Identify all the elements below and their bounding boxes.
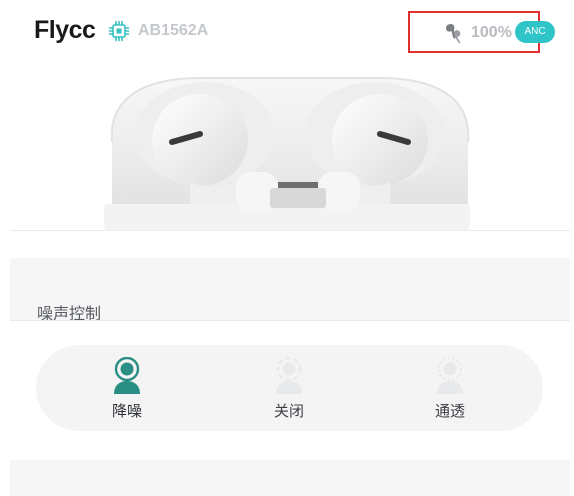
noise-mode-selector: 降噪 关闭 通透 bbox=[36, 345, 543, 431]
device-model: AB1562A bbox=[138, 22, 209, 39]
app-header: Flycc AB1562A 100% ANC bbox=[0, 0, 574, 64]
battery-status: 100% ANC bbox=[408, 11, 555, 53]
brand-title: Flycc bbox=[34, 16, 96, 44]
anc-off-icon bbox=[276, 357, 302, 394]
battery-level: 100% bbox=[471, 24, 512, 41]
noise-cancel-icon bbox=[114, 357, 140, 394]
airpods-case-image bbox=[104, 77, 470, 230]
transparency-icon bbox=[437, 357, 463, 394]
divider bbox=[10, 230, 570, 231]
mode-label: 降噪 bbox=[111, 402, 142, 420]
next-section-band bbox=[10, 460, 570, 496]
mode-noise-cancel-button[interactable]: 降噪 bbox=[67, 345, 187, 431]
earbud-icon bbox=[446, 24, 461, 44]
mode-transparency-button[interactable]: 通透 bbox=[390, 345, 510, 431]
chip-icon bbox=[108, 20, 130, 42]
mode-label: 通透 bbox=[434, 402, 465, 420]
mode-off-button[interactable]: 关闭 bbox=[229, 345, 349, 431]
anc-badge: ANC bbox=[515, 21, 555, 43]
mode-label: 关闭 bbox=[273, 402, 304, 420]
